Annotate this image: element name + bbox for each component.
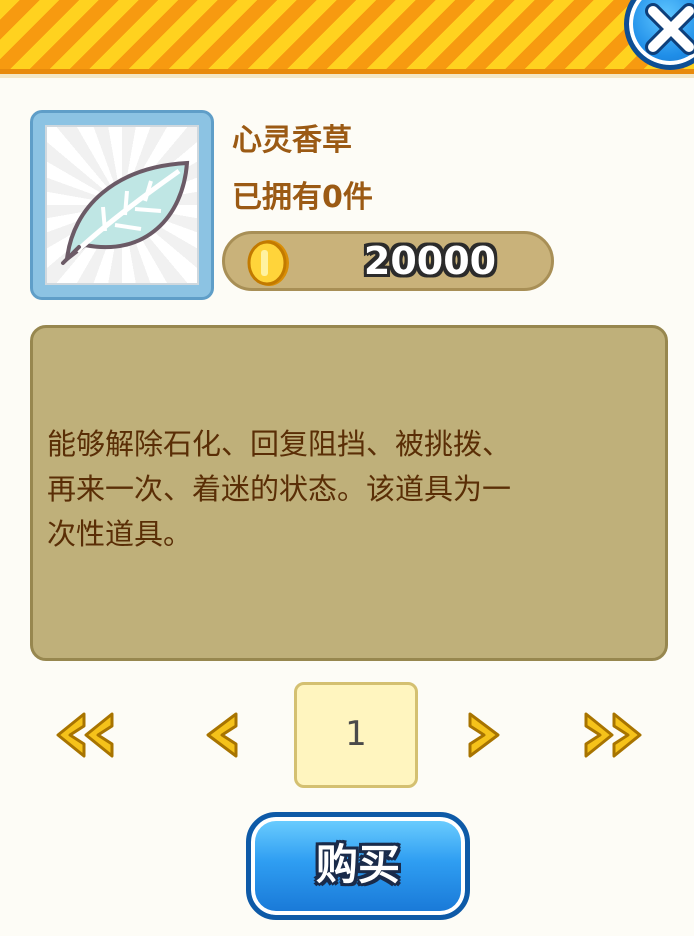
price-display: 20000 bbox=[222, 231, 554, 291]
item-purchase-dialog: 心灵香草 已拥有0件 20000 能够解除石化、回复阻挡、被挑拨、 再来一次、着… bbox=[0, 0, 694, 936]
close-icon bbox=[645, 3, 694, 55]
price-value: 20000 bbox=[363, 239, 497, 283]
double-left-arrow-icon[interactable] bbox=[54, 710, 118, 760]
page-number[interactable]: 1 bbox=[294, 682, 418, 788]
coin-icon bbox=[247, 240, 289, 286]
item-description: 能够解除石化、回复阻挡、被挑拨、 再来一次、着迷的状态。该道具为一 次性道具。 bbox=[47, 427, 512, 551]
item-image bbox=[45, 125, 199, 285]
buy-button[interactable]: 购买 bbox=[246, 812, 470, 920]
owned-count: 已拥有0件 bbox=[232, 180, 373, 215]
item-image-frame bbox=[30, 110, 214, 300]
right-arrow-icon[interactable] bbox=[464, 710, 504, 760]
double-right-arrow-icon[interactable] bbox=[580, 710, 644, 760]
left-arrow-icon[interactable] bbox=[202, 710, 242, 760]
buy-button-label: 购买 bbox=[315, 840, 400, 889]
description-panel: 能够解除石化、回复阻挡、被挑拨、 再来一次、着迷的状态。该道具为一 次性道具。 bbox=[30, 325, 668, 661]
leaf-icon bbox=[61, 160, 190, 265]
dialog-header-stripe bbox=[0, 0, 694, 78]
item-name: 心灵香草 bbox=[232, 123, 352, 158]
